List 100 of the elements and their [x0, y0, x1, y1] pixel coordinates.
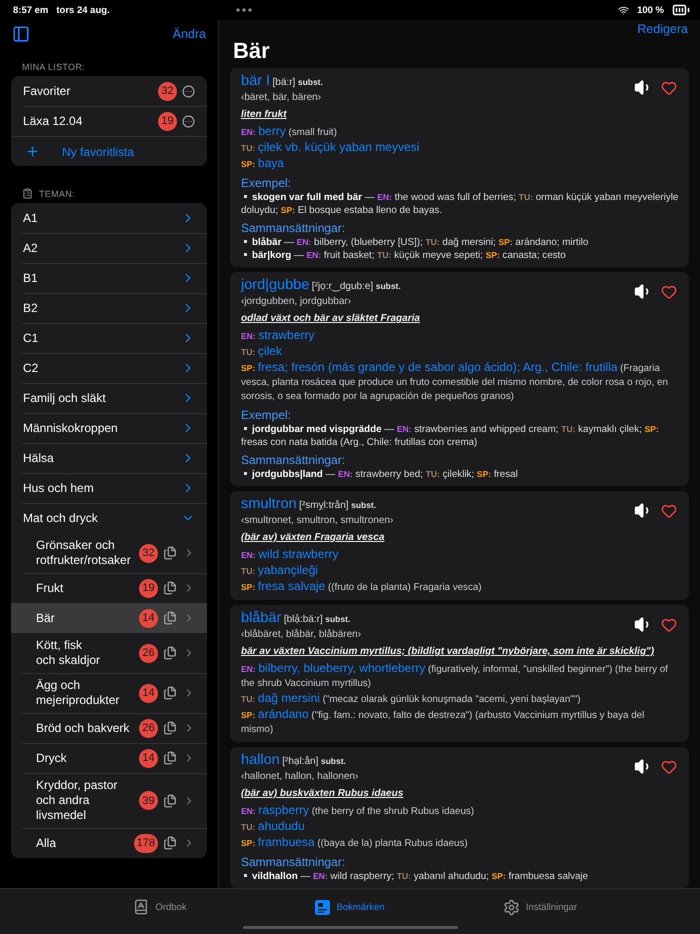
example-line: skogen var full med bär — EN: the wood was full of berries; TU: orman küçük yaban meyveleriyle doluydu; SP: El bosque estaba lleno de bayas. [241, 191, 679, 217]
part-of-speech: subst. [320, 756, 346, 766]
copy-icon[interactable] [163, 836, 177, 850]
edit-button[interactable]: Ändra [172, 27, 206, 41]
subtopic-row[interactable]: Dryck 14 [11, 743, 207, 773]
count-badge: 26 [139, 718, 158, 738]
inflection-forms: ‹smultronet, smultron, smultronen› [241, 514, 394, 527]
subtopic-row[interactable]: Ägg och mejeriprodukter 14 [11, 673, 207, 713]
subtopic-name: Ägg och mejeriprodukter [36, 678, 120, 708]
count-badge: 19 [158, 112, 177, 130]
example-line: blåbär — EN: bilberry, (blueberry [US]); TU: dağ mersini; SP: arándano; mirtilo [241, 236, 679, 249]
count-badge: 32 [139, 544, 158, 562]
subtopic-row[interactable]: Alla 178 [11, 828, 207, 858]
topic-item[interactable]: B2 [23, 300, 181, 316]
topic-item[interactable]: A1 [23, 210, 181, 226]
subtopic-row[interactable]: Bär 14 [11, 603, 207, 633]
section-heading: MINA LISTOR: [22, 62, 85, 72]
status-time: 8:57 em [13, 4, 48, 16]
subtopic-name: Frukt [36, 580, 64, 596]
definition: (bär av) växten Fragaria vesca [241, 531, 386, 544]
count-badge: 32 [158, 82, 177, 100]
section-heading: Exempel: [241, 176, 292, 191]
topic-item[interactable]: Hälsa [23, 450, 181, 466]
list-name[interactable]: Favoriter [23, 84, 158, 98]
translation-line: SP: fresa salvaje ((fruto de la planta) Fragaria vesca) [241, 579, 483, 595]
part-of-speech: subst. [325, 614, 350, 624]
subtopic-row[interactable]: Bröd och bakverk 26 [11, 713, 207, 743]
topic-item[interactable]: A2 [23, 240, 181, 256]
new-list-button[interactable]: Ny favoritlista [11, 136, 207, 166]
wifi-icon [618, 4, 630, 16]
plus-icon [25, 144, 40, 159]
more-icon[interactable] [182, 84, 195, 98]
definition: liten frukt [241, 108, 288, 121]
pronunciation: [bä:r] [272, 77, 296, 88]
definition: bär av växten Vaccinium myrtillus; (bildligt vardagligt "nybörjare, som inte är skicklig") [241, 645, 656, 658]
pronunciation: [²hạl:ån] [282, 756, 318, 767]
example-line: bär|korg — EN: fruit basket; TU: küçük meyve sepeti; SP: canasta; cesto [241, 249, 679, 262]
list-name[interactable]: Läxa 12.04 [23, 114, 158, 128]
copy-icon[interactable] [163, 721, 177, 735]
translation-line: EN: strawberry [241, 328, 316, 344]
more-icon[interactable] [182, 114, 195, 128]
count-badge: 14 [139, 684, 158, 702]
topic-item[interactable]: B1 [23, 270, 181, 286]
topic-item[interactable]: Hus och hem [23, 480, 181, 496]
battery-percent: 100 % [637, 4, 664, 16]
headword: blåbär [241, 610, 282, 626]
book-icon [133, 899, 150, 915]
section-heading: Sammansättningar: [241, 855, 346, 870]
edit-button[interactable]: Redigera [637, 22, 688, 36]
subtopic-name: Grönsaker och rotfrukter/rotsaker [36, 538, 132, 568]
tab[interactable]: Inställningar [445, 889, 635, 925]
subtopic-row[interactable]: Frukt 19 [11, 573, 207, 603]
translation-line: TU: dağ mersini ("mecaz olarak günlük konuşmada "acemi, yeni başlayan"") [241, 691, 582, 707]
page-title: Bär [233, 38, 271, 64]
count-badge: 14 [139, 748, 158, 768]
copy-icon[interactable] [163, 581, 177, 595]
topic-item[interactable]: Människokroppen [23, 420, 181, 436]
section-heading: Exempel: [241, 408, 292, 423]
subtopic-row[interactable]: Kryddor, pastor och andra livsmedel 39 [11, 773, 207, 828]
tab[interactable]: Ordbok [65, 889, 255, 925]
tab[interactable]: Bokmärken [255, 889, 445, 925]
example-line: vildhallon — EN: wild raspberry; TU: yabanıl ahududu; SP: frambuesa salvaje [241, 870, 679, 883]
copy-icon[interactable] [163, 794, 177, 808]
translation-line: TU: çilek vb. küçük yaban meyvesi [241, 140, 420, 156]
translation-line: SP: frambuesa ((baya de la) planta Rubus idaeus) [241, 835, 469, 851]
heart-icon[interactable] [661, 758, 677, 774]
heart-icon[interactable] [661, 616, 677, 632]
translation-line: EN: berry (small fruit) [241, 124, 338, 140]
pronunciation: [blạ̊:bä:r] [284, 614, 323, 625]
subtopic-name: Alla [36, 836, 58, 850]
pronunciation: [²smỵl:trån] [299, 500, 349, 511]
translation-line: EN: bilberry, blueberry, whortleberry (figuratively, informal, "unskilled beginner") (the berry of the shrub Vaccinium myrtillus) [241, 661, 669, 691]
inflection-forms: ‹jordgubben, jordgubbar› [241, 295, 352, 308]
multitasking-dots-icon[interactable] [236, 8, 252, 12]
topic-item[interactable]: C2 [23, 360, 181, 376]
translation-line: SP: arándano ("fig. fam.: novato, falto de destreza") (arbusto Vaccinium myrtillus y baya del mismo) [241, 707, 646, 737]
heart-icon[interactable] [661, 80, 677, 96]
heart-icon[interactable] [661, 284, 677, 300]
copy-icon[interactable] [163, 546, 177, 560]
heart-icon[interactable] [661, 502, 677, 518]
translation-line: EN: raspberry (the berry of the shrub Rubus idaeus) [241, 803, 476, 819]
headword: jord|gubbe [241, 277, 310, 293]
copy-icon[interactable] [163, 686, 177, 700]
subtopic-row[interactable]: Kött, fisk och skaldjor 26 [11, 633, 207, 673]
translation-line: SP: baya [241, 156, 285, 172]
topic-item[interactable]: Mat och dryck [23, 510, 181, 526]
copy-icon[interactable] [163, 751, 177, 765]
subtopic-name: Kött, fisk och skaldjor [36, 638, 102, 668]
definition: odlad växt och bär av släktet Fragaria [241, 312, 421, 325]
copy-icon[interactable] [163, 646, 177, 660]
topic-item[interactable]: C1 [23, 330, 181, 346]
headword: hallon [241, 752, 280, 768]
part-of-speech: subst. [351, 500, 376, 510]
section-heading: Sammansättningar: [241, 453, 346, 468]
example-line: jordgubbar med vispgrädde — EN: strawberries and whipped cream; TU: kaymaklı çilek; SP: fresas con nata batida (Arg., Chile: frutillas con crema) [241, 423, 660, 449]
copy-icon[interactable] [163, 611, 177, 625]
sidebar-toggle-icon[interactable] [12, 25, 30, 43]
part-of-speech: subst. [298, 77, 323, 87]
inflection-forms: ‹blåbäret, blåbär, blåbären› [241, 628, 362, 641]
topic-item[interactable]: Familj och släkt [23, 390, 181, 406]
